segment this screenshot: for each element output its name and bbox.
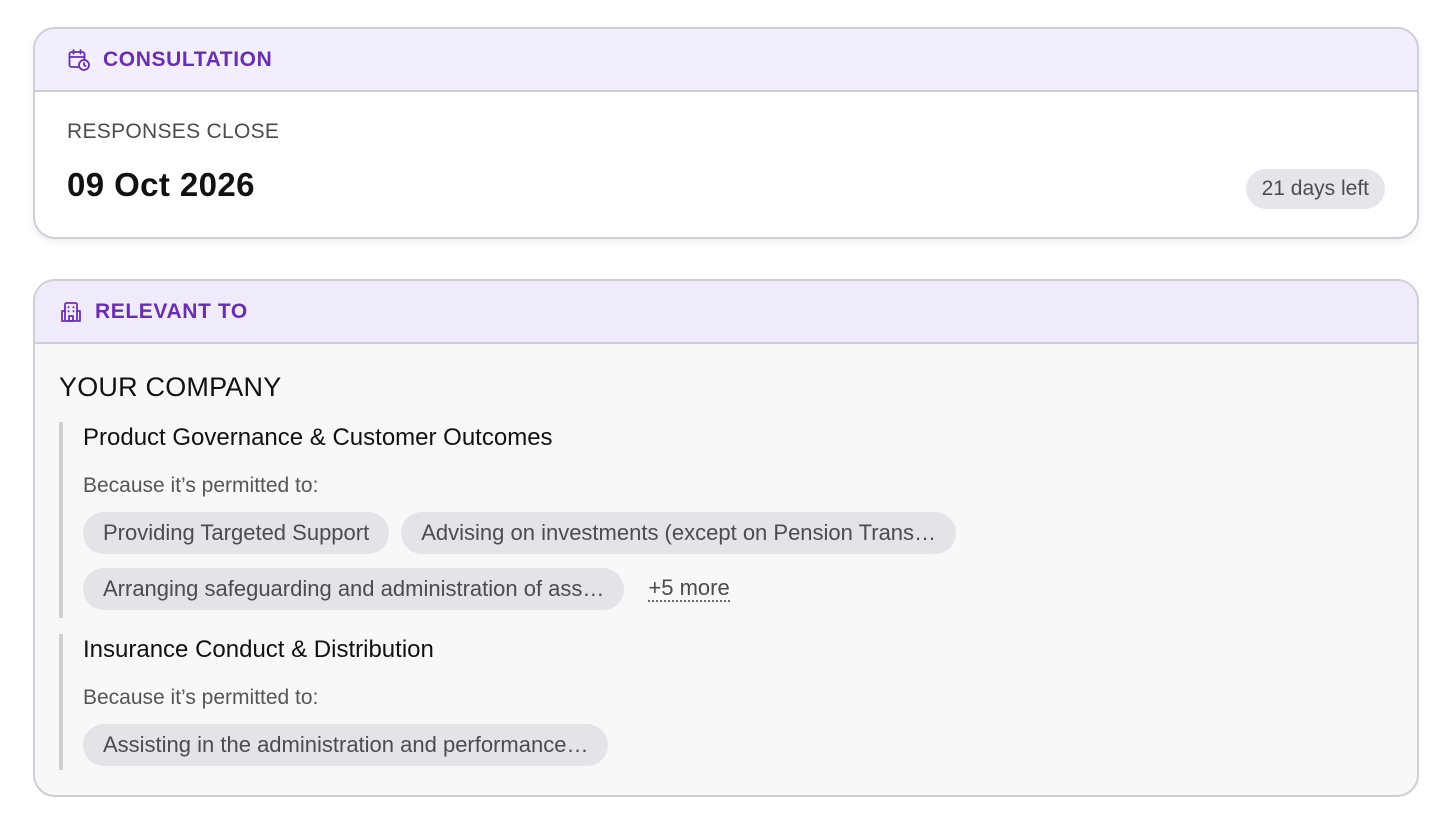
consultation-header: CONSULTATION [35, 29, 1417, 92]
relevance-group: Product Governance & Customer Outcomes B… [59, 422, 1359, 618]
permission-chip[interactable]: Arranging safeguarding and administratio… [83, 568, 625, 610]
days-left-badge: 21 days left [1245, 169, 1385, 209]
permission-chip[interactable]: Providing Targeted Support [83, 512, 390, 554]
company-label: YOUR COMPANY [59, 372, 282, 402]
group-title: Insurance Conduct & Distribution [83, 636, 434, 663]
relevant-to-header: RELEVANT TO [35, 281, 1417, 344]
responses-close-label: RESPONSES CLOSE [67, 120, 280, 143]
because-label: Because it’s permitted to: [83, 474, 319, 497]
relevance-group: Insurance Conduct & Distribution Because… [59, 634, 1359, 770]
relevant-to-title: RELEVANT TO [95, 299, 248, 323]
permission-chip[interactable]: Advising on investments (except on Pensi… [401, 512, 957, 554]
consultation-title: CONSULTATION [103, 47, 273, 71]
permission-chip[interactable]: Assisting in the administration and perf… [83, 724, 609, 766]
relevant-to-card: RELEVANT TO YOUR COMPANY Product Governa… [33, 279, 1419, 797]
permission-chips: Assisting in the administration and perf… [83, 724, 1043, 766]
group-title: Product Governance & Customer Outcomes [83, 424, 553, 451]
building-icon [59, 300, 83, 324]
consultation-card: CONSULTATION RESPONSES CLOSE 09 Oct 2026… [33, 27, 1419, 239]
because-label: Because it’s permitted to: [83, 686, 319, 709]
calendar-clock-icon [67, 48, 91, 72]
close-date: 09 Oct 2026 [67, 166, 255, 203]
more-permissions-link[interactable]: +5 more [648, 575, 730, 603]
permission-chips: Providing Targeted Support Advising on i… [83, 512, 1043, 610]
